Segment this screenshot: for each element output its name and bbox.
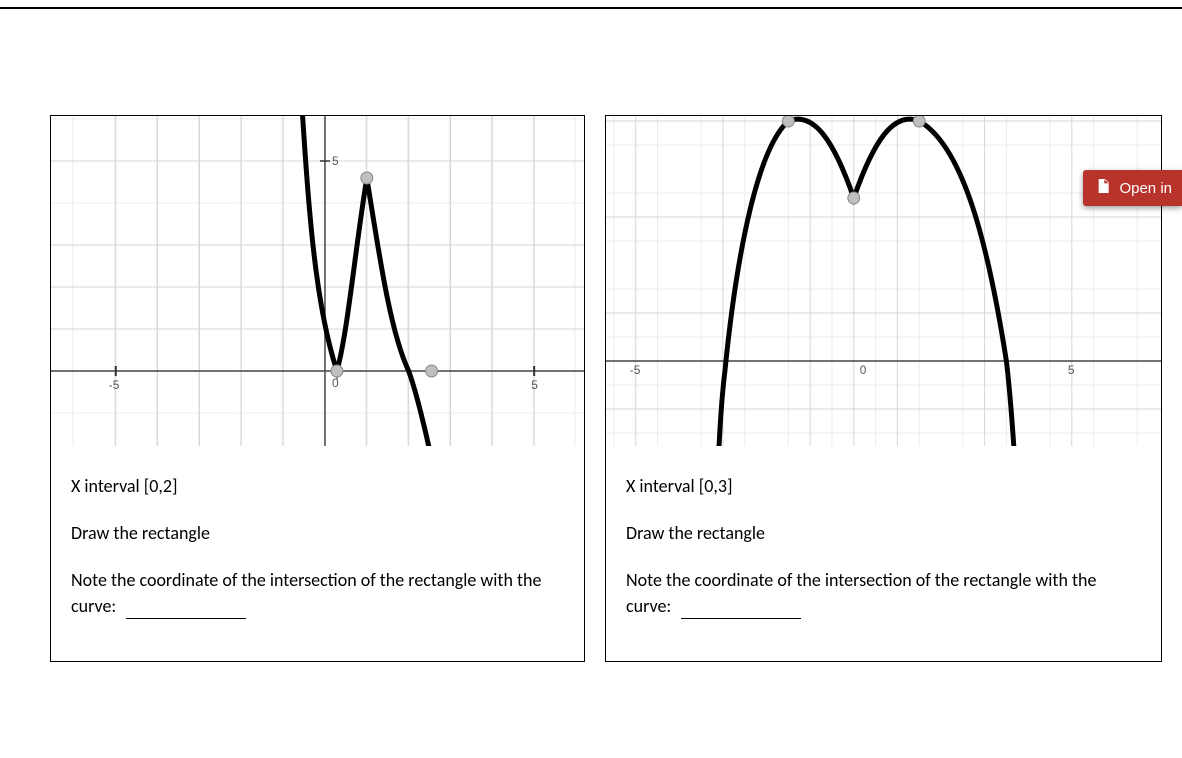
exercise-text-left: X interval [0,2] Draw the rectangle Note… — [51, 446, 584, 661]
exercise-text-right: X interval [0,3] Draw the rectangle Note… — [606, 446, 1161, 661]
answer-blank[interactable] — [681, 618, 801, 619]
open-in-button[interactable]: Open in — [1083, 170, 1182, 206]
open-in-label: Open in — [1119, 180, 1172, 197]
axis-label: -5 — [630, 363, 641, 377]
interval-text: X interval [0,3] — [626, 474, 1141, 499]
axis-label: 5 — [332, 154, 339, 168]
page-top-divider — [0, 7, 1182, 9]
curve-marker — [331, 365, 343, 377]
draw-text: Draw the rectangle — [626, 521, 1141, 546]
worksheet-row: -5 5 0 5 X interval [0,2] Draw the recta… — [50, 115, 1162, 662]
axis-label: -5 — [109, 378, 120, 392]
curve-marker — [782, 116, 794, 127]
graph-left: -5 5 0 5 — [51, 116, 584, 446]
graph-right: -5 5 0 — [606, 116, 1161, 446]
axis-label: 0 — [860, 363, 867, 377]
exercise-panel-left: -5 5 0 5 X interval [0,2] Draw the recta… — [50, 115, 585, 662]
curve-marker — [426, 365, 438, 377]
draw-text: Draw the rectangle — [71, 521, 564, 546]
axis-label: 5 — [531, 378, 538, 392]
note-text: Note the coordinate of the intersection … — [71, 569, 541, 616]
curve-marker — [848, 192, 860, 204]
curve-marker — [361, 172, 373, 184]
curve-marker — [913, 116, 925, 127]
note-text: Note the coordinate of the intersection … — [626, 569, 1096, 616]
pdf-icon — [1095, 178, 1111, 198]
exercise-panel-right: -5 5 0 X interval [0,3] Draw the rectang… — [605, 115, 1162, 662]
axis-label: 0 — [332, 376, 339, 390]
answer-blank[interactable] — [126, 618, 246, 619]
interval-text: X interval [0,2] — [71, 474, 564, 499]
axis-label: 5 — [1068, 363, 1075, 377]
